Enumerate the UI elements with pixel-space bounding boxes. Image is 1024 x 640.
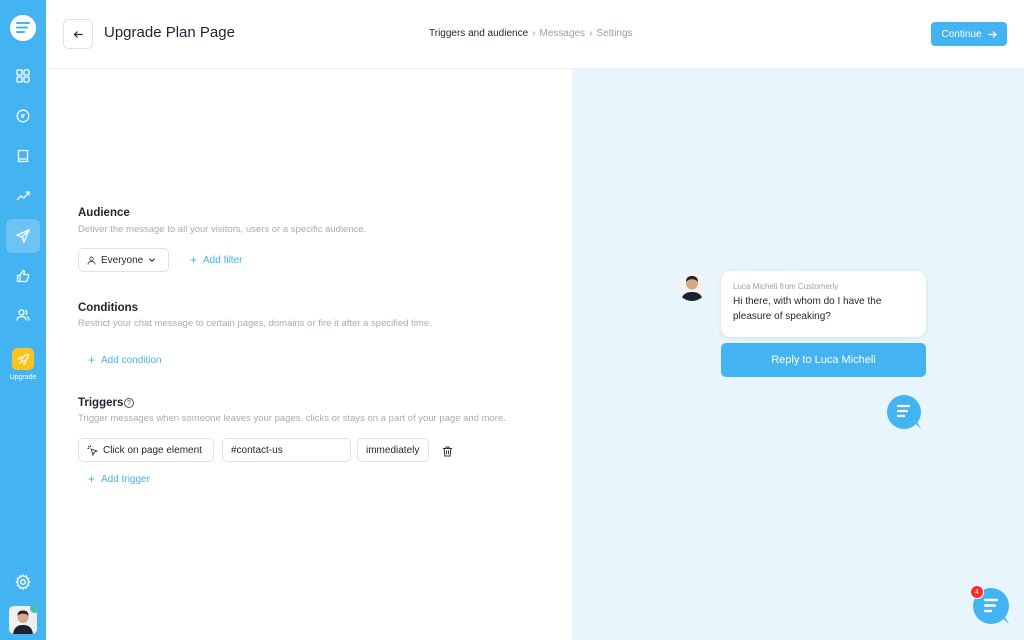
triggers-description: Trigger messages when someone leaves you… (78, 413, 506, 424)
user-icon (87, 256, 96, 265)
dashboard-icon (16, 69, 30, 83)
plus-icon: + (88, 472, 96, 486)
trash-icon (443, 446, 452, 457)
sidebar-item-campaigns[interactable] (6, 219, 40, 253)
notification-badge: 4 (970, 585, 984, 599)
page-header: Upgrade Plan Page Triggers and audience … (46, 0, 1024, 69)
continue-label: Continue (941, 28, 982, 40)
trigger-type-select[interactable]: Click on page element (78, 438, 214, 462)
trigger-type-value: Click on page element (103, 444, 202, 456)
thumbs-up-icon (16, 269, 30, 283)
chat-message-bubble: Luca Micheli from Customerly Hi there, w… (721, 271, 926, 337)
plus-icon: + (88, 353, 96, 367)
cursor-click-icon (87, 445, 98, 456)
trigger-selector-value: #contact-us (231, 444, 283, 456)
agent-avatar (677, 271, 707, 301)
arrow-right-icon (988, 30, 997, 38)
online-status-dot (30, 606, 37, 613)
sidebar-item-knowledge[interactable] (6, 139, 40, 173)
sidebar-item-contacts[interactable] (6, 298, 40, 332)
sidebar-item-dashboard[interactable] (6, 59, 40, 93)
breadcrumb-triggers[interactable]: Triggers and audience (429, 28, 528, 39)
book-icon (17, 149, 29, 163)
add-filter-label: Add filter (203, 254, 243, 266)
breadcrumb-settings[interactable]: Settings (596, 28, 632, 39)
add-condition-label: Add condition (101, 354, 162, 366)
sidebar-item-reports[interactable] (6, 179, 40, 213)
add-filter-button[interactable]: + Add filter (190, 253, 242, 267)
breadcrumb: Triggers and audience › Messages › Setti… (429, 28, 633, 39)
gear-icon (15, 573, 31, 591)
help-icon[interactable]: ? (124, 398, 134, 408)
settings-panel: Audience Deliver the message to all your… (46, 69, 572, 640)
add-trigger-label: Add trigger (101, 473, 150, 485)
upgrade-button[interactable]: Upgrade (0, 348, 46, 381)
back-button[interactable] (63, 19, 93, 49)
audience-description: Deliver the message to all your visitors… (78, 224, 367, 235)
message-preview: Luca Micheli from Customerly Hi there, w… (572, 69, 1024, 640)
page-title: Upgrade Plan Page (104, 24, 235, 41)
audience-selected-value: Everyone (101, 254, 144, 266)
audience-select[interactable]: Everyone (78, 248, 169, 272)
add-condition-button[interactable]: + Add condition (88, 353, 162, 367)
chat-icon (16, 109, 30, 123)
breadcrumb-messages[interactable]: Messages (539, 28, 585, 39)
breadcrumb-separator: › (589, 28, 593, 39)
arrow-left-icon (73, 30, 82, 38)
settings-button[interactable] (13, 572, 33, 597)
sidebar: Upgrade (0, 0, 46, 640)
send-icon (16, 229, 30, 243)
upgrade-label: Upgrade (9, 374, 37, 381)
breadcrumb-separator: › (532, 28, 536, 39)
rocket-icon (12, 348, 34, 370)
chevron-down-icon (149, 258, 156, 263)
sidebar-item-chat[interactable] (6, 99, 40, 133)
app-logo[interactable] (10, 15, 36, 41)
continue-button[interactable]: Continue (931, 22, 1007, 46)
sidebar-item-feedback[interactable] (6, 259, 40, 293)
user-avatar[interactable] (9, 606, 37, 634)
audience-title: Audience (78, 207, 130, 219)
chat-launcher-preview (886, 394, 922, 430)
conditions-title: Conditions (78, 302, 139, 314)
reply-button[interactable]: Reply to Luca Micheli (721, 343, 926, 377)
triggers-title: Triggers (78, 397, 124, 409)
trigger-timing-value: immediately (366, 444, 420, 456)
add-trigger-button[interactable]: + Add trigger (88, 472, 150, 486)
trigger-selector-input[interactable]: #contact-us (222, 438, 351, 462)
message-text: Hi there, with whom do I have the pleasu… (733, 296, 882, 322)
trigger-timing-select[interactable]: immediately (357, 438, 429, 462)
delete-trigger-button[interactable] (442, 444, 453, 462)
users-icon (16, 309, 30, 321)
trending-up-icon (16, 191, 30, 201)
message-sender: Luca Micheli from Customerly (733, 282, 839, 291)
conditions-description: Restrict your chat message to certain pa… (78, 318, 432, 329)
plus-icon: + (190, 253, 198, 267)
